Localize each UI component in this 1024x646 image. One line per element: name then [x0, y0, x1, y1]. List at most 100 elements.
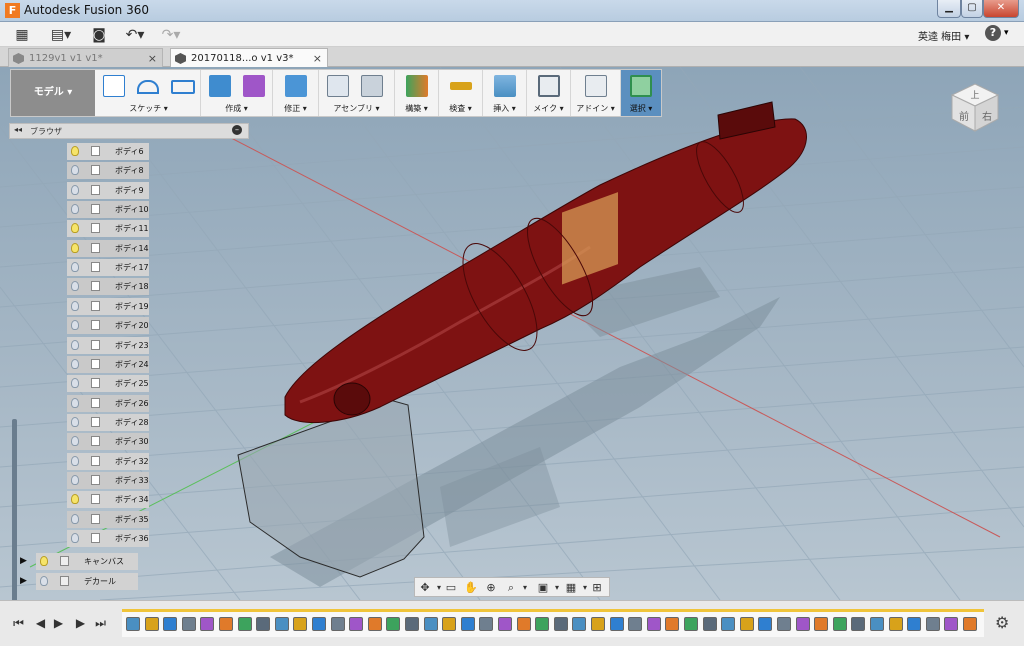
offset-plane-icon[interactable]: [406, 75, 428, 97]
visibility-bulb-icon[interactable]: [40, 556, 48, 566]
timeline-feature-icon[interactable]: [814, 617, 829, 631]
timeline-feature-icon[interactable]: [144, 617, 159, 631]
visibility-bulb-icon[interactable]: [71, 339, 79, 350]
browser-body-row[interactable]: ボディ19: [67, 297, 149, 315]
joint-icon[interactable]: [361, 75, 383, 97]
visibility-bulb-icon[interactable]: [71, 300, 79, 311]
tab-1129v1[interactable]: 1129v1 v1 v1* ×: [8, 48, 163, 67]
timeline-feature-icon[interactable]: [256, 617, 271, 631]
sketch-group[interactable]: スケッチ ▾: [97, 70, 201, 116]
timeline-feature-icon[interactable]: [684, 617, 698, 631]
visibility-bulb-icon[interactable]: [71, 223, 79, 234]
tab-20170118[interactable]: 20170118...o v1 v3* ×: [170, 48, 328, 67]
browser-body-row[interactable]: ボディ25: [67, 375, 149, 393]
timeline-feature-icon[interactable]: [572, 617, 587, 631]
browser-body-row[interactable]: ボディ33: [67, 471, 149, 489]
inspect-menu-label[interactable]: 検査 ▾: [439, 103, 482, 114]
close-tab-icon[interactable]: ×: [148, 49, 157, 68]
zoom-caret-icon[interactable]: ▾: [517, 580, 533, 595]
timeline-feature-icon[interactable]: [832, 617, 847, 631]
timeline-feature-icon[interactable]: [274, 617, 289, 631]
timeline-feature-icon[interactable]: [702, 617, 717, 631]
browser-scrollbar[interactable]: [12, 419, 17, 600]
timeline-step-back-icon[interactable]: ◀: [34, 611, 47, 635]
rectangle-icon[interactable]: [171, 80, 195, 94]
extrude-icon[interactable]: [209, 75, 231, 97]
select-arrow-icon[interactable]: [630, 75, 652, 97]
timeline-feature-icon[interactable]: [758, 617, 773, 631]
visibility-bulb-icon[interactable]: [71, 281, 79, 292]
pan-hand-icon[interactable]: ✋: [463, 580, 479, 595]
visibility-bulb-icon[interactable]: [71, 513, 79, 524]
sketch-menu-label[interactable]: スケッチ ▾: [97, 103, 200, 114]
visibility-bulb-icon[interactable]: [71, 146, 79, 156]
timeline-feature-icon[interactable]: [870, 617, 884, 631]
timeline-feature-icon[interactable]: [628, 617, 643, 631]
insert-image-icon[interactable]: [494, 75, 516, 97]
visibility-bulb-icon[interactable]: [71, 184, 79, 195]
3d-viewport[interactable]: モデル ▾ スケッチ ▾ 作成 ▾ 修正 ▾ アセンブリ ▾ 構築 ▾ 検査 ▾…: [0, 67, 1024, 600]
browser-body-row[interactable]: ボディ35: [67, 510, 149, 528]
timeline-feature-icon[interactable]: [777, 617, 791, 631]
timeline-feature-icon[interactable]: [665, 617, 680, 631]
undo-icon[interactable]: ↶▾: [122, 25, 148, 45]
user-menu[interactable]: 英逵 梅田 ▾: [918, 28, 969, 43]
browser-body-row[interactable]: ボディ14: [67, 239, 149, 257]
viewports-icon[interactable]: ⊞: [589, 580, 605, 595]
timeline-end-icon[interactable]: ⏭: [94, 611, 107, 635]
file-menu-icon[interactable]: ▤▾: [50, 25, 72, 45]
expand-arrow-icon[interactable]: ▶: [20, 573, 27, 590]
timeline-feature-icon[interactable]: [219, 617, 233, 631]
assemble-menu-label[interactable]: アセンブリ ▾: [319, 103, 394, 114]
timeline-feature-icon[interactable]: [479, 617, 494, 631]
browser-body-row[interactable]: ボディ32: [67, 452, 149, 470]
visibility-bulb-icon[interactable]: [71, 533, 79, 543]
help-icon[interactable]: ?: [985, 25, 1001, 41]
create-menu-label[interactable]: 作成 ▾: [201, 103, 272, 114]
browser-folder-row[interactable]: ▶ デカール: [20, 572, 138, 590]
timeline-feature-icon[interactable]: [405, 617, 419, 631]
browser-body-row[interactable]: ボディ23: [67, 336, 149, 354]
timeline-step-forward-icon[interactable]: ▶: [74, 611, 87, 635]
timeline-feature-icon[interactable]: [200, 617, 215, 631]
zoom-icon[interactable]: ⊕: [483, 580, 499, 595]
timeline-feature-icon[interactable]: [591, 617, 605, 631]
visibility-bulb-icon[interactable]: [71, 474, 79, 485]
timeline-feature-icon[interactable]: [163, 617, 178, 631]
visibility-bulb-icon[interactable]: [71, 242, 79, 253]
visibility-bulb-icon[interactable]: [71, 358, 79, 369]
timeline-start-icon[interactable]: ⏮: [12, 611, 25, 635]
create-group[interactable]: 作成 ▾: [201, 70, 273, 116]
visibility-bulb-icon[interactable]: [71, 397, 79, 408]
form-icon[interactable]: [243, 75, 265, 97]
measure-icon[interactable]: [450, 82, 472, 90]
browser-body-row[interactable]: ボディ11: [67, 220, 149, 238]
select-menu-label[interactable]: 選択 ▾: [621, 103, 661, 114]
visibility-bulb-icon[interactable]: [71, 320, 79, 331]
browser-folder-row[interactable]: ▶ キャンバス: [20, 553, 138, 570]
timeline-feature-icon[interactable]: [312, 617, 326, 631]
timeline-feature-strip[interactable]: [122, 609, 984, 637]
timeline-feature-icon[interactable]: [460, 617, 475, 631]
timeline-feature-icon[interactable]: [907, 617, 922, 631]
visibility-bulb-icon[interactable]: [71, 455, 79, 466]
browser-body-row[interactable]: ボディ34: [67, 491, 149, 509]
timeline-feature-icon[interactable]: [739, 617, 754, 631]
timeline-feature-icon[interactable]: [609, 617, 624, 631]
spline-icon[interactable]: [137, 80, 159, 94]
browser-options-icon[interactable]: –: [232, 125, 242, 135]
inspect-group[interactable]: 検査 ▾: [439, 70, 483, 116]
timeline-feature-icon[interactable]: [646, 617, 661, 631]
timeline-settings-gear-icon[interactable]: ⚙: [995, 613, 1009, 632]
timeline-feature-icon[interactable]: [442, 617, 457, 631]
visibility-bulb-icon[interactable]: [71, 262, 79, 273]
addins-group[interactable]: アドイン ▾: [571, 70, 621, 116]
browser-body-row[interactable]: ボディ9: [67, 181, 149, 199]
insert-group[interactable]: 挿入 ▾: [483, 70, 527, 116]
timeline-feature-icon[interactable]: [535, 617, 550, 631]
browser-body-row[interactable]: ボディ36: [67, 530, 149, 547]
visibility-bulb-icon[interactable]: [71, 378, 79, 389]
addins-menu-label[interactable]: アドイン ▾: [571, 103, 620, 114]
browser-body-row[interactable]: ボディ18: [67, 278, 149, 296]
viewcube[interactable]: 上 前 右: [948, 81, 1002, 135]
